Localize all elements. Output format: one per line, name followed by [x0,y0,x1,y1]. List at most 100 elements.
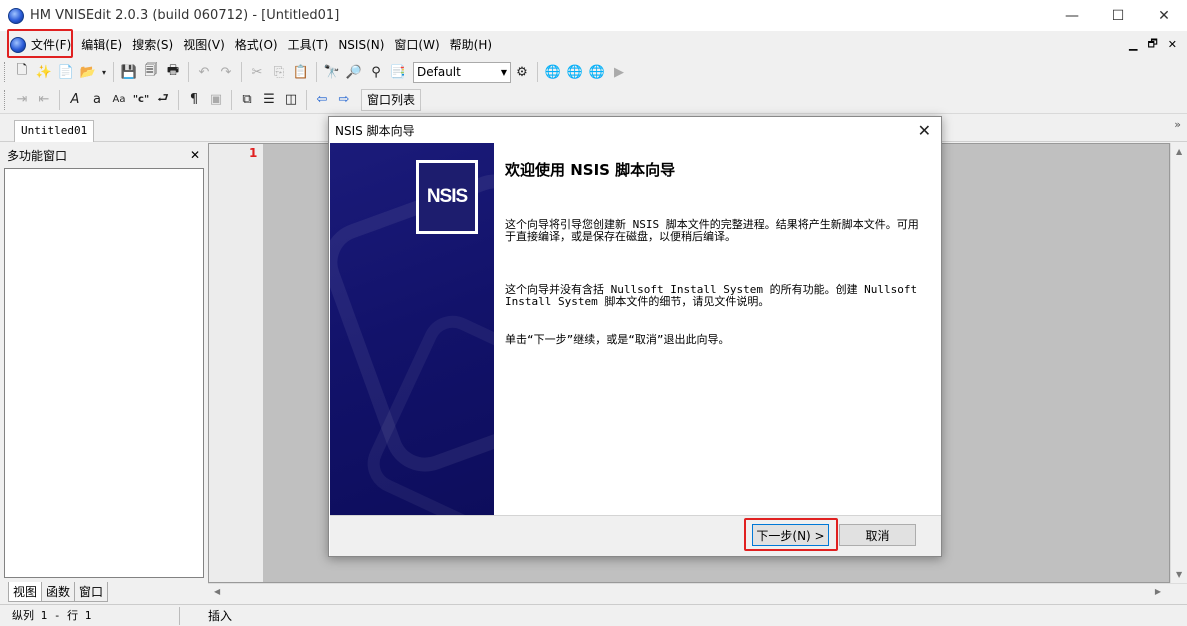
dialog-close-icon[interactable]: ✕ [918,121,931,140]
file-menu-highlight [7,29,73,58]
cancel-button[interactable]: 取消 [839,524,916,546]
print-icon[interactable]: 🖶 [162,61,184,83]
toggle-case-icon[interactable]: Aa [108,89,130,111]
scheme-settings-icon[interactable]: ⚙ [511,61,533,83]
window-controls: — ☐ ✕ [1049,0,1187,31]
menu-format[interactable]: 格式(O) [230,34,283,56]
tab-view[interactable]: 视图 [8,582,43,602]
save-icon[interactable]: 💾 [118,61,140,83]
new-wizard-icon[interactable]: ✨ [33,61,55,83]
word-wrap-icon[interactable]: ⮐ [152,89,174,111]
close-button[interactable]: ✕ [1141,0,1187,31]
dialog-footer: 下一步(N) > 取消 [330,515,941,556]
tab-windows[interactable]: 窗口 [74,582,109,602]
new-template-icon[interactable]: 📄 [55,61,77,83]
menu-bar: 文件(F) 编辑(E) 搜索(S) 视图(V) 格式(O) 工具(T) NSIS… [0,31,1187,58]
replace-icon[interactable]: ⚲ [365,61,387,83]
save-all-icon[interactable]: 🗐 [140,61,162,83]
menu-tools[interactable]: 工具(T) [283,34,334,56]
paste-icon[interactable]: 📋 [290,61,312,83]
mdi-close-button[interactable]: ✕ [1168,38,1177,51]
find-next-icon[interactable]: 🔎 [343,61,365,83]
panel-title: 多功能窗口 [7,148,68,163]
minimize-button[interactable]: — [1049,0,1095,31]
wizard-content: 欢迎使用 NSIS 脚本向导 这个向导将引导您创建新 NSIS 脚本文件的完整进… [505,143,925,515]
next-window-icon[interactable]: ⇨ [333,89,355,111]
toolbar-separator [231,89,232,110]
show-whitespace-icon[interactable]: ¶ [183,89,205,111]
lowercase-icon[interactable]: a [86,89,108,111]
tab-functions[interactable]: 函数 [41,582,76,602]
toolbar-separator [188,62,189,82]
menu-view[interactable]: 视图(V) [178,34,230,56]
open-dropdown-icon[interactable]: ▾ [99,61,109,83]
vertical-scrollbar[interactable]: ▲ ▼ [1170,143,1187,583]
chevron-down-icon: ▼ [500,67,507,77]
menu-edit[interactable]: 编辑(E) [76,34,127,56]
cut-icon[interactable]: ✂ [246,61,268,83]
menu-help[interactable]: 帮助(H) [445,34,497,56]
toolbar-separator [537,62,538,82]
tab-overflow-icon[interactable]: » [1174,118,1181,131]
dialog-title: NSIS 脚本向导 [335,123,415,138]
panel-header: 多功能窗口 ✕ [0,143,208,167]
cursor-position: 纵列 1 - 行 1 [0,606,180,625]
compile-icon[interactable]: 🌐 [542,61,564,83]
window-list-button[interactable]: 窗口列表 [361,88,422,111]
previous-window-icon[interactable]: ⇦ [311,89,333,111]
toolbar-separator [59,89,60,110]
wizard-scope-text: 这个向导并没有含括 Nullsoft Install System 的所有功能。… [505,283,918,308]
uppercase-icon[interactable]: A [64,89,86,111]
wizard-instruction-text: 单击“下一步”继续，或是“取消”退出此向导。 [505,333,730,346]
menu-nsis[interactable]: NSIS(N) [333,34,389,56]
quote-icon[interactable]: "c" [130,89,152,111]
dialog-title-bar: NSIS 脚本向导 ✕ [329,117,941,143]
find-icon[interactable]: 🔭 [321,61,343,83]
compile-run-icon[interactable]: 🌐 [564,61,586,83]
tile-horizontal-icon[interactable]: ☰ [258,89,280,111]
syntax-scheme-value: Default [417,65,461,79]
copy-icon[interactable]: ⎘ [268,61,290,83]
wizard-heading: 欢迎使用 NSIS 脚本向导 [505,161,676,179]
tile-vertical-icon[interactable]: ◫ [280,89,302,111]
menu-search[interactable]: 搜索(S) [127,34,178,56]
toolbar-separator [241,62,242,82]
panel-content[interactable] [4,168,204,578]
new-file-icon[interactable]: 🗋 [11,61,33,83]
run-icon[interactable]: ▶ [608,61,630,83]
scroll-up-icon[interactable]: ▲ [1176,147,1182,156]
mdi-restore-button[interactable]: 🗗 [1147,35,1157,54]
panel-tabs: 视图 函数 窗口 [8,582,109,602]
outdent-icon[interactable]: ⇤ [33,89,55,111]
menu-window[interactable]: 窗口(W) [389,34,444,56]
line-number-gutter: 1 [209,144,263,582]
app-globe-icon [8,7,24,24]
next-button-highlight [744,518,838,551]
test-installer-icon[interactable]: 🌐 [586,61,608,83]
multifunction-panel: 多功能窗口 ✕ 视图 函数 窗口 [0,143,208,603]
open-folder-icon[interactable]: 📂 [77,61,99,83]
panel-close-icon[interactable]: ✕ [190,148,200,162]
tab-untitled01[interactable]: Untitled01 [14,120,95,142]
toolbar-separator [306,89,307,110]
toolbar-separator [178,89,179,110]
syntax-scheme-select[interactable]: Default ▼ [413,61,511,83]
cascade-icon[interactable]: ⧉ [236,89,258,111]
indent-icon[interactable]: ⇥ [11,89,33,111]
toggle-panel-icon[interactable]: ▣ [205,89,227,111]
scroll-right-icon[interactable]: ▶ [1155,587,1161,596]
redo-icon[interactable]: ↷ [215,61,237,83]
horizontal-scrollbar[interactable]: ◀ ▶ [208,583,1187,600]
insert-mode: 插入 [208,609,233,623]
goto-icon[interactable]: 📑 [387,61,409,83]
maximize-button[interactable]: ☐ [1095,0,1141,31]
toolbar-separator [113,62,114,82]
scroll-down-icon[interactable]: ▼ [1176,570,1182,579]
mdi-minimize-button[interactable]: ▁ [1129,38,1137,51]
undo-icon[interactable]: ↶ [193,61,215,83]
toolbar-grip[interactable] [4,62,7,82]
line-number: 1 [249,146,258,160]
scroll-left-icon[interactable]: ◀ [214,587,220,596]
toolbar-grip[interactable] [4,89,7,110]
mdi-controls: ▁ 🗗 ✕ [1129,31,1177,58]
